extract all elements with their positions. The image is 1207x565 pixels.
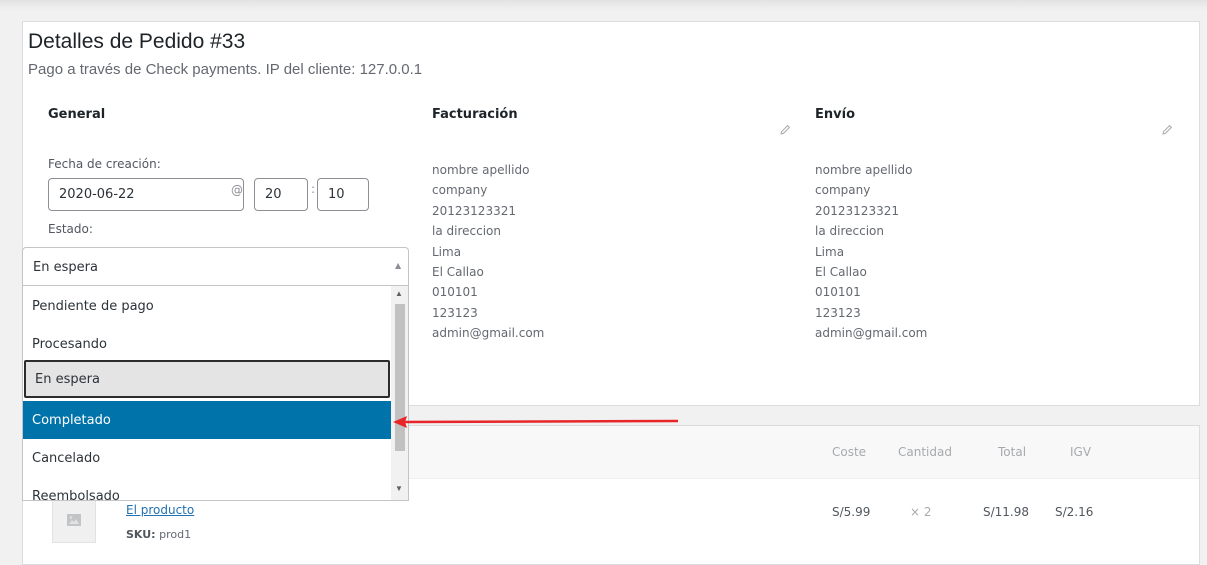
address-line: 010101 <box>815 285 861 300</box>
chevron-up-icon[interactable]: ▲ <box>395 261 401 270</box>
status-option-completed[interactable]: Completado <box>23 401 391 439</box>
shipping-address: nombre apellido company 20123123321 la d… <box>815 160 927 344</box>
address-line: 123123 <box>815 305 861 320</box>
date-label: Fecha de creación: <box>48 157 161 171</box>
sku-label: SKU: <box>126 528 156 541</box>
address-line: la direccion <box>815 224 884 239</box>
address-line: company <box>432 183 488 198</box>
date-input[interactable]: 2020-06-22 <box>48 178 244 211</box>
address-line: El Callao <box>432 264 484 279</box>
colon-separator: : <box>311 182 316 196</box>
product-link[interactable]: El producto <box>126 503 194 517</box>
address-line: 20123123321 <box>815 203 899 218</box>
billing-address: nombre apellido company 20123123321 la d… <box>432 160 544 344</box>
column-total: Total <box>998 445 1027 459</box>
item-tax: S/2.16 <box>1055 505 1094 519</box>
status-option-cancelled[interactable]: Cancelado <box>23 439 391 477</box>
status-option-processing[interactable]: Procesando <box>23 325 391 363</box>
column-cost: Coste <box>832 445 867 459</box>
item-cost: S/5.99 <box>832 505 871 519</box>
product-sku: SKU: prod1 <box>126 528 191 541</box>
column-tax: IGV <box>1070 445 1092 459</box>
general-heading: General <box>48 107 106 122</box>
address-line: El Callao <box>815 264 867 279</box>
address-line: company <box>815 183 871 198</box>
sku-value: prod1 <box>159 528 192 541</box>
scroll-up-icon[interactable]: ▲ <box>395 289 403 298</box>
address-line: nombre apellido <box>815 163 913 177</box>
minute-input[interactable]: 10 <box>317 178 369 211</box>
shipping-heading: Envío <box>815 107 855 122</box>
address-line: la direccion <box>432 224 501 239</box>
order-subtitle: Pago a través de Check payments. IP del … <box>28 61 423 78</box>
status-option-refunded[interactable]: Reembolsado <box>23 477 391 501</box>
address-line: nombre apellido <box>432 163 530 177</box>
annotation-arrow-icon <box>393 416 679 428</box>
top-shadow <box>0 0 1207 10</box>
status-selected-value: En espera <box>33 260 98 275</box>
page-title: Detalles de Pedido #33 <box>28 30 246 53</box>
status-option-pending[interactable]: Pendiente de pago <box>23 287 391 325</box>
product-thumbnail <box>52 497 96 543</box>
address-line: Lima <box>815 244 845 259</box>
billing-heading: Facturación <box>432 107 518 122</box>
item-quantity: × 2 <box>910 505 932 519</box>
status-option-on-hold[interactable]: En espera <box>24 360 390 398</box>
hour-input[interactable]: 20 <box>254 178 308 211</box>
image-placeholder-icon <box>67 514 81 526</box>
status-dropdown[interactable]: Pendiente de pago Procesando En espera C… <box>22 285 409 501</box>
address-line: 123123 <box>432 305 478 320</box>
pencil-icon[interactable] <box>779 124 791 136</box>
status-label: Estado: <box>48 222 93 236</box>
address-email: admin@gmail.com <box>815 326 928 341</box>
address-line: Lima <box>432 244 462 259</box>
status-select[interactable]: En espera ▲ <box>22 247 409 285</box>
item-total: S/11.98 <box>983 505 1030 519</box>
column-quantity: Cantidad <box>898 445 952 459</box>
at-separator: @ <box>231 183 243 197</box>
pencil-icon[interactable] <box>1161 124 1173 136</box>
address-line: 010101 <box>432 285 478 300</box>
address-line: 20123123321 <box>432 203 516 218</box>
scroll-down-icon[interactable]: ▼ <box>395 484 403 493</box>
address-email: admin@gmail.com <box>432 326 545 341</box>
